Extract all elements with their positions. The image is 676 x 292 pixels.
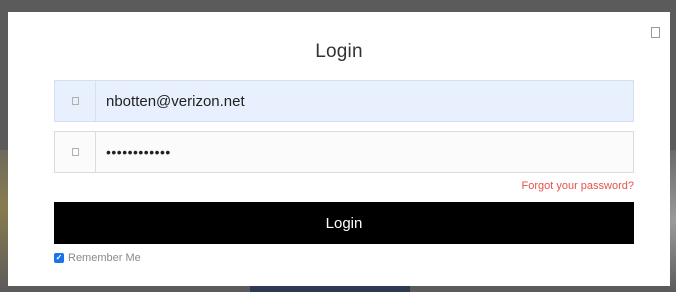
login-button[interactable]: Login	[54, 202, 634, 244]
password-icon-box	[55, 132, 96, 172]
remember-me: ✓ Remember Me	[54, 252, 141, 264]
modal-title: Login	[315, 41, 363, 62]
remember-me-label[interactable]: Remember Me	[68, 252, 141, 264]
password-input[interactable]	[96, 132, 633, 172]
email-input[interactable]	[96, 81, 633, 121]
close-icon[interactable]	[651, 27, 660, 38]
lock-icon	[71, 148, 79, 156]
login-modal: Login Forgot your password? Login ✓ Reme…	[8, 12, 670, 286]
remember-me-checkbox[interactable]: ✓	[54, 253, 64, 263]
forgot-password-link[interactable]: Forgot your password?	[522, 180, 635, 192]
email-icon-box	[55, 81, 96, 121]
check-icon: ✓	[55, 253, 63, 262]
envelope-icon	[71, 97, 79, 105]
password-field	[54, 131, 634, 173]
email-field	[54, 80, 634, 122]
